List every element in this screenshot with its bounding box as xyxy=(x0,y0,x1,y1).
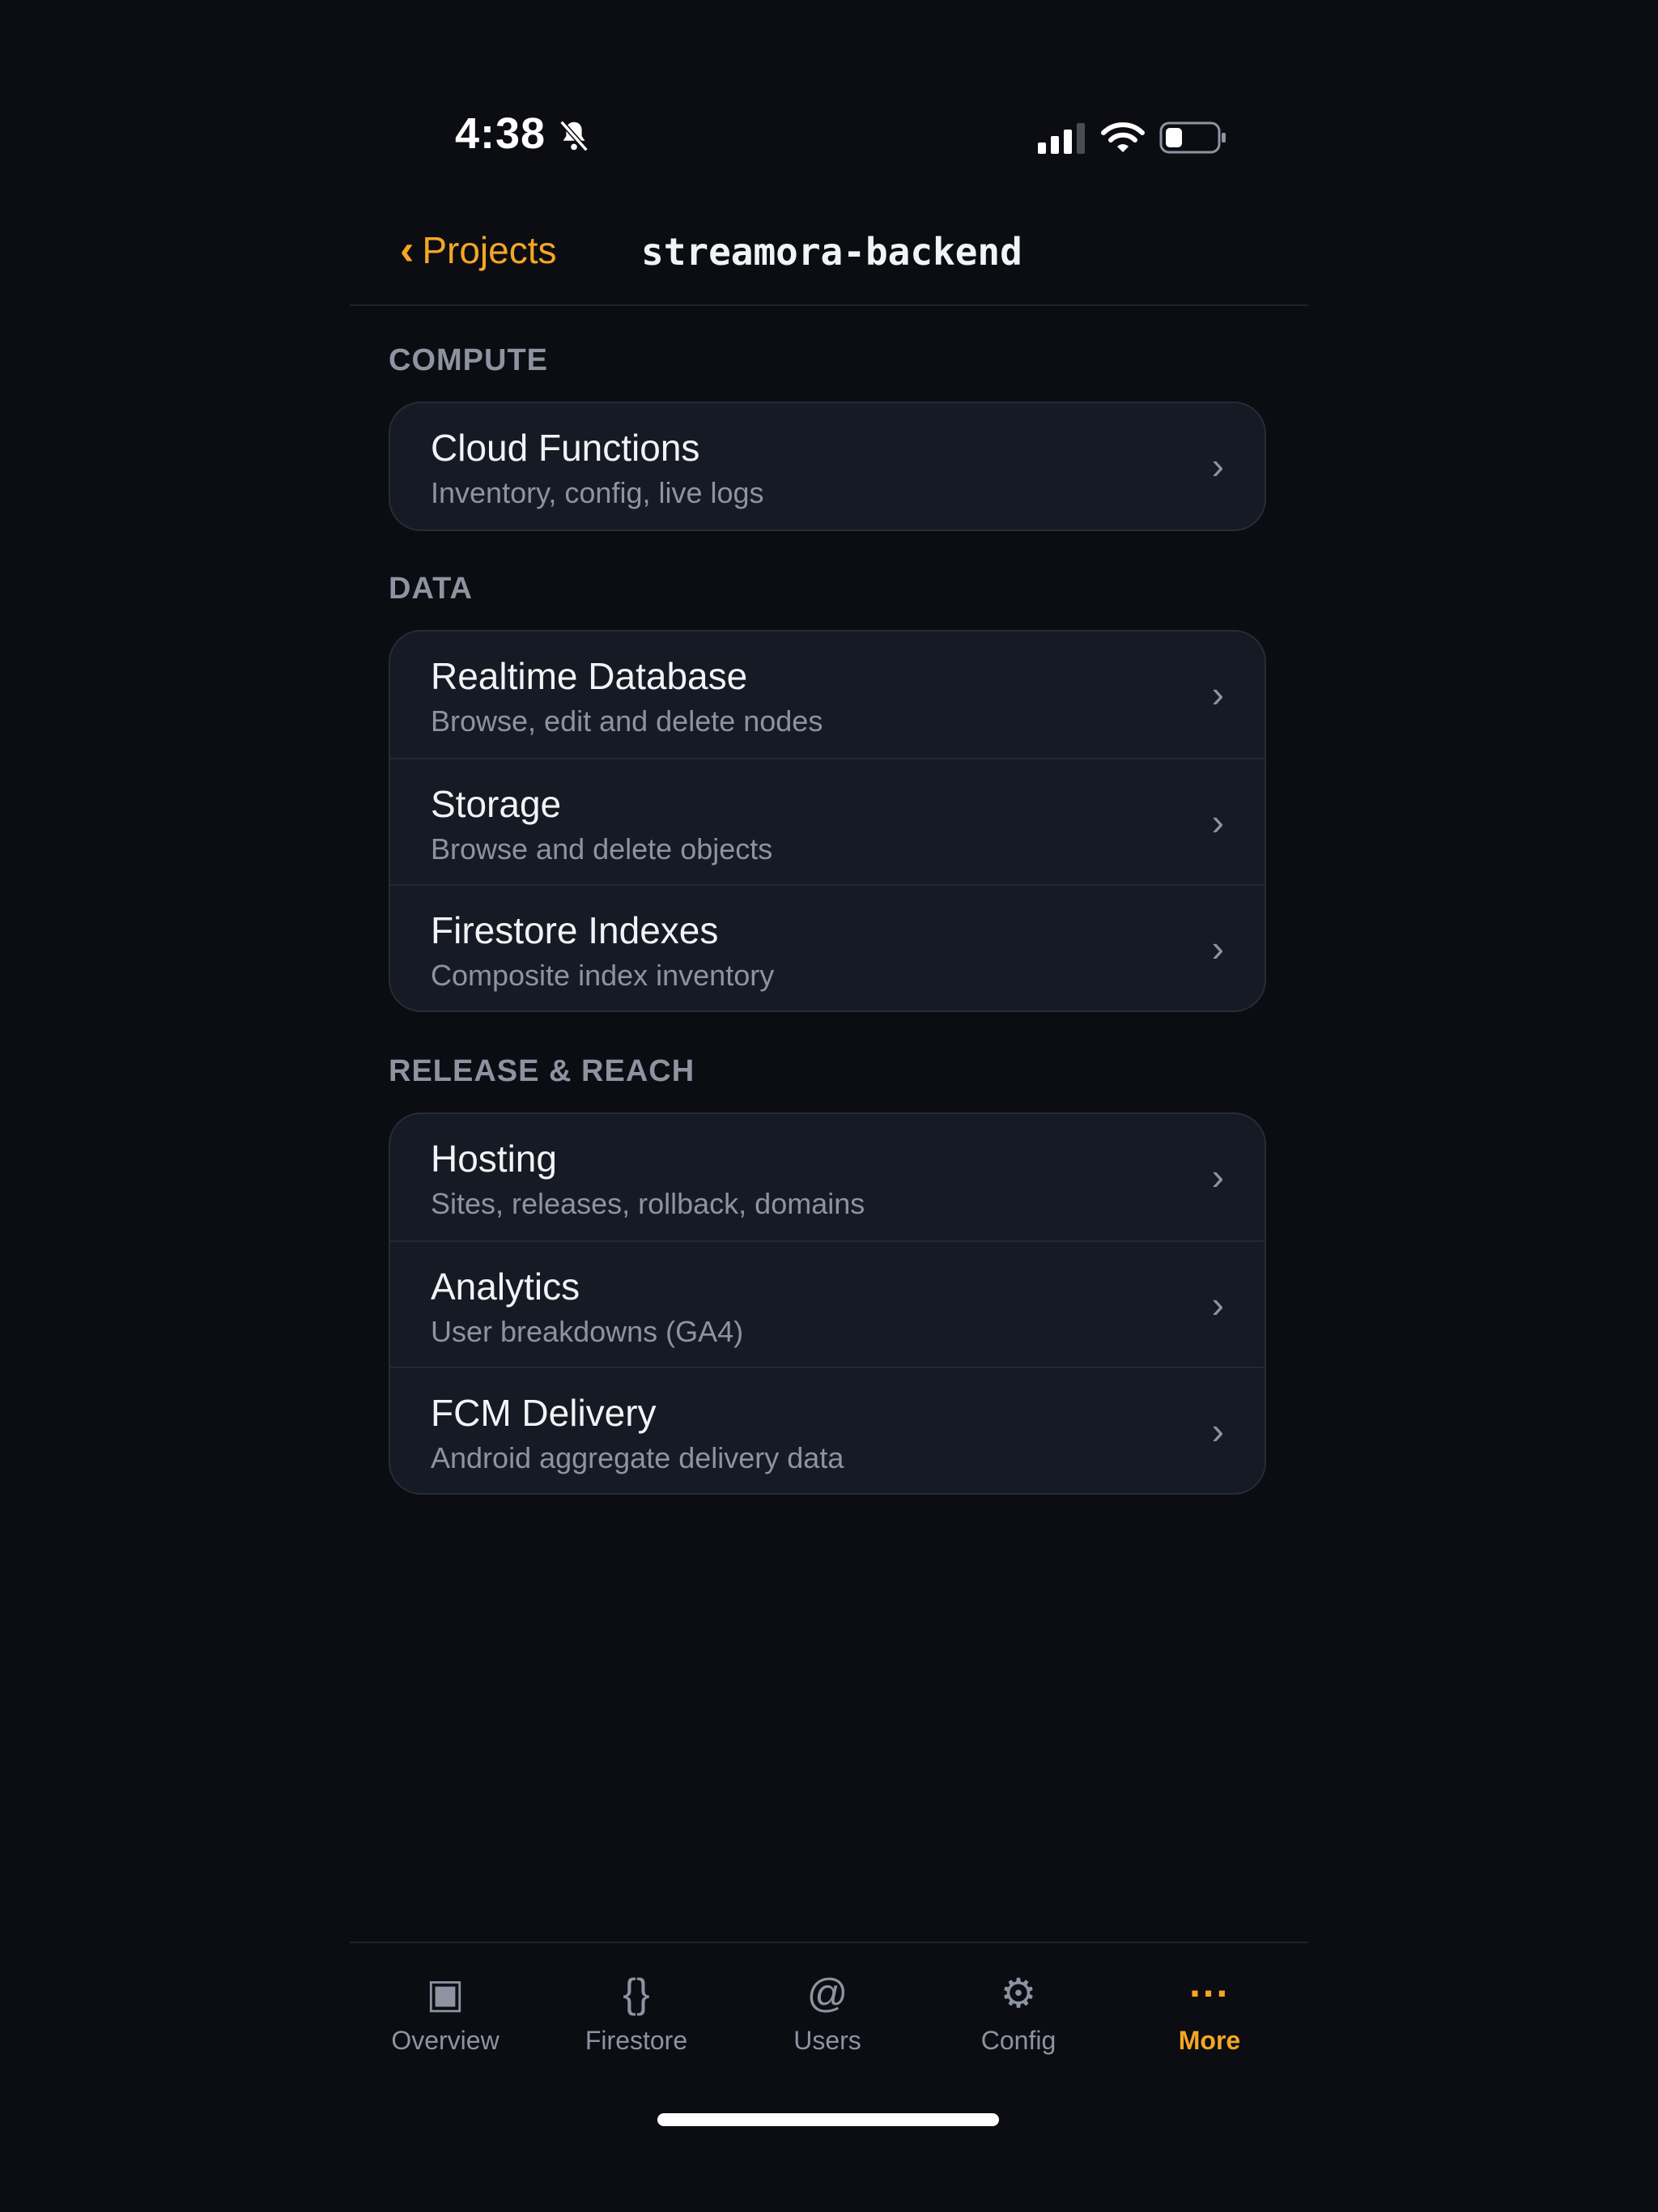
list-item-title: Cloud Functions xyxy=(431,427,700,469)
list-item-hosting[interactable]: Hosting Sites, releases, rollback, domai… xyxy=(390,1114,1265,1240)
tab-label: More xyxy=(1178,2026,1241,2055)
cellular-signal-icon xyxy=(1038,123,1085,154)
chevron-right-icon: › xyxy=(1211,927,1224,969)
list-item-subtitle: Browse and delete objects xyxy=(431,832,773,866)
tab-bar: ▣ Overview {} Firestore @ Users ⚙ Config… xyxy=(350,1942,1308,2105)
status-time: 4:38 xyxy=(455,109,546,158)
list-item-subtitle: Android aggregate delivery data xyxy=(431,1441,844,1474)
tab-firestore[interactable]: {} Firestore xyxy=(541,1943,732,2089)
chevron-right-icon: › xyxy=(1211,1410,1224,1452)
tab-config[interactable]: ⚙ Config xyxy=(923,1943,1114,2089)
tab-more[interactable]: ··· More xyxy=(1114,1943,1305,2089)
back-button-label: Projects xyxy=(422,229,557,271)
bell-slash-icon xyxy=(559,120,589,152)
tab-label: Users xyxy=(793,2026,861,2055)
status-bar: 4:38 xyxy=(350,0,1308,194)
list-item-title: FCM Delivery xyxy=(431,1392,657,1434)
tab-label: Overview xyxy=(391,2026,500,2055)
section-group-data: Realtime Database Browse, edit and delet… xyxy=(389,630,1266,1012)
tab-label: Config xyxy=(980,2026,1056,2055)
list-item-fcm-delivery[interactable]: FCM Delivery Android aggregate delivery … xyxy=(390,1367,1265,1493)
section-group-release-reach: Hosting Sites, releases, rollback, domai… xyxy=(389,1112,1266,1495)
chevron-right-icon: › xyxy=(1211,673,1224,715)
list-item-analytics[interactable]: Analytics User breakdowns (GA4) › xyxy=(390,1240,1265,1367)
list-item-title: Realtime Database xyxy=(431,655,748,697)
back-button[interactable]: ‹ Projects xyxy=(400,228,557,272)
section-group-compute: Cloud Functions Inventory, config, live … xyxy=(389,402,1266,531)
tab-label: Firestore xyxy=(585,2026,688,2055)
list-item-firestore-indexes[interactable]: Firestore Indexes Composite index invent… xyxy=(390,884,1265,1010)
braces-icon: {} xyxy=(623,1971,650,2016)
list-item-subtitle: User breakdowns (GA4) xyxy=(431,1315,744,1348)
section-header-release-reach: RELEASE & REACH xyxy=(389,1054,695,1088)
section-header-data: DATA xyxy=(389,572,473,606)
overview-icon: ▣ xyxy=(426,1971,465,2016)
gear-icon: ⚙ xyxy=(1000,1971,1037,2016)
navigation-bar: ‹ Projects streamora-backend xyxy=(350,211,1308,306)
list-item-storage[interactable]: Storage Browse and delete objects › xyxy=(390,758,1265,884)
page-title: streamora-backend xyxy=(641,230,1022,274)
chevron-right-icon: › xyxy=(1211,1283,1224,1325)
list-item-subtitle: Inventory, config, live logs xyxy=(431,476,764,509)
battery-icon xyxy=(1159,121,1226,154)
list-item-subtitle: Sites, releases, rollback, domains xyxy=(431,1187,865,1220)
list-item-subtitle: Composite index inventory xyxy=(431,959,775,992)
list-item-realtime-database[interactable]: Realtime Database Browse, edit and delet… xyxy=(390,632,1265,758)
list-item-title: Storage xyxy=(431,783,562,825)
chevron-left-icon: ‹ xyxy=(400,227,414,274)
list-item-title: Analytics xyxy=(431,1266,580,1308)
at-sign-icon: @ xyxy=(806,1971,848,2016)
tab-overview[interactable]: ▣ Overview xyxy=(350,1943,541,2089)
list-item-subtitle: Browse, edit and delete nodes xyxy=(431,704,823,738)
ellipsis-icon: ··· xyxy=(1189,1971,1230,2016)
chevron-right-icon: › xyxy=(1211,801,1224,843)
list-item-cloud-functions[interactable]: Cloud Functions Inventory, config, live … xyxy=(390,403,1265,530)
chevron-right-icon: › xyxy=(1211,1155,1224,1197)
phone-screen: 4:38 ‹ Projects streamora-backend COMPUT… xyxy=(350,0,1308,2212)
chevron-right-icon: › xyxy=(1211,445,1224,487)
tab-users[interactable]: @ Users xyxy=(732,1943,923,2089)
home-indicator[interactable] xyxy=(657,2113,999,2126)
wifi-icon xyxy=(1101,122,1145,152)
list-item-title: Firestore Indexes xyxy=(431,909,719,951)
section-header-compute: COMPUTE xyxy=(389,343,548,377)
list-item-title: Hosting xyxy=(431,1138,557,1180)
